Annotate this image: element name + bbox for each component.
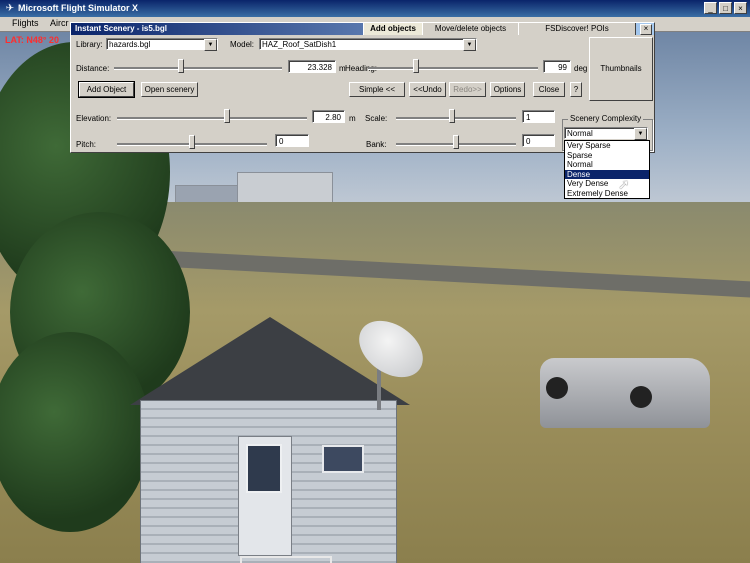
panel-title: Instant Scenery - is5.bgl <box>75 24 168 33</box>
complexity-option[interactable]: Very Sparse <box>565 141 649 151</box>
chevron-down-icon[interactable]: ▼ <box>463 39 476 51</box>
complexity-option[interactable]: Dense <box>565 169 649 179</box>
scenery-complexity-label: Scenery Complexity <box>568 114 644 123</box>
distance-slider[interactable] <box>178 59 185 73</box>
library-label: Library: <box>76 40 103 49</box>
tab-move-delete-objects[interactable]: Move/delete objects <box>422 23 519 35</box>
pitch-slider[interactable] <box>189 135 195 149</box>
panel-title-bar: Instant Scenery - is5.bgl Add objects Mo… <box>71 23 654 35</box>
scenery-complexity-value: Normal <box>567 129 593 138</box>
model-value: HAZ_Roof_SatDish1 <box>262 40 337 49</box>
window-title: Microsoft Flight Simulator X <box>18 3 139 13</box>
distance-label: Distance: <box>76 64 110 73</box>
window-title-bar: ✈ Microsoft Flight Simulator X _ □ × <box>0 0 750 17</box>
complexity-option[interactable]: Sparse <box>565 151 649 161</box>
coordinate-readout: LAT: N48° 20 <box>5 35 59 45</box>
undo-button[interactable]: <<Undo <box>409 82 446 97</box>
options-button[interactable]: Options <box>490 82 525 97</box>
open-scenery-button[interactable]: Open scenery <box>141 82 198 97</box>
redo-button[interactable]: Redo>> <box>449 82 486 97</box>
complexity-option[interactable]: Normal <box>565 160 649 170</box>
distance-slider-track <box>114 67 282 70</box>
elevation-label: Elevation: <box>76 114 112 123</box>
van-wheel <box>630 386 652 408</box>
scenery-complexity-select[interactable]: Normal ▼ <box>564 127 648 140</box>
pitch-field[interactable]: 0 <box>275 134 309 147</box>
help-button[interactable]: ? <box>570 82 582 97</box>
pitch-label: Pitch: <box>76 140 97 149</box>
bank-field[interactable]: 0 <box>522 134 555 147</box>
elevation-slider[interactable] <box>224 109 231 123</box>
model-label: Model: <box>230 40 255 49</box>
elevation-unit: m <box>349 114 356 123</box>
bank-slider[interactable] <box>453 135 459 149</box>
elevation-field[interactable]: 2.80 <box>312 110 345 123</box>
minimize-button[interactable]: _ <box>704 2 717 14</box>
library-select[interactable]: hazards.bgl ▼ <box>106 38 218 51</box>
scenery-complexity-dropdown: Very Sparse Sparse Normal Dense Very Dense Ex… <box>564 140 650 199</box>
scale-slider[interactable] <box>449 109 456 123</box>
mouse-cursor-icon: ➚ <box>618 176 630 192</box>
heading-field[interactable]: 99 <box>543 60 571 73</box>
heading-unit: deg <box>574 64 588 73</box>
tab-fsdiscover-pois[interactable]: FSDiscover! POIs <box>518 23 636 35</box>
chevron-down-icon[interactable]: ▼ <box>634 128 647 140</box>
heading-slider-track <box>368 67 538 70</box>
window-close-button[interactable]: × <box>734 2 747 14</box>
scale-slider-track <box>396 117 516 120</box>
tab-add-objects[interactable]: Add objects <box>363 23 423 35</box>
instant-scenery-panel: Instant Scenery - is5.bgl Add objects Mo… <box>70 22 655 153</box>
scale-label: Scale: <box>365 114 388 123</box>
model-select[interactable]: HAZ_Roof_SatDish1 ▼ <box>259 38 477 51</box>
maximize-button[interactable]: □ <box>719 2 732 14</box>
airplane-icon: ✈ <box>5 3 15 14</box>
heading-slider[interactable] <box>412 59 419 73</box>
simple-button[interactable]: Simple << <box>349 82 405 97</box>
van-wheel <box>546 377 568 399</box>
panel-close-icon[interactable]: × <box>640 24 652 35</box>
house-window <box>322 445 364 473</box>
complexity-option[interactable]: Very Dense <box>565 179 649 189</box>
bank-label: Bank: <box>366 140 387 149</box>
chevron-down-icon[interactable]: ▼ <box>204 39 217 51</box>
complexity-option[interactable]: Extremely Dense <box>565 189 649 199</box>
library-value: hazards.bgl <box>109 40 151 49</box>
add-object-button[interactable]: Add Object <box>78 81 135 98</box>
scale-field[interactable]: 1 <box>522 110 555 123</box>
close-button[interactable]: Close <box>533 82 565 97</box>
menu-flights[interactable]: Flights <box>12 18 39 28</box>
porch-railing <box>240 556 332 563</box>
thumbnails-button[interactable]: Thumbnails <box>589 37 653 101</box>
door-window <box>246 444 282 493</box>
menu-aircraft[interactable]: Aircr <box>50 18 69 28</box>
elevation-slider-track <box>117 117 307 120</box>
distance-field[interactable]: 23.328 <box>288 60 336 73</box>
